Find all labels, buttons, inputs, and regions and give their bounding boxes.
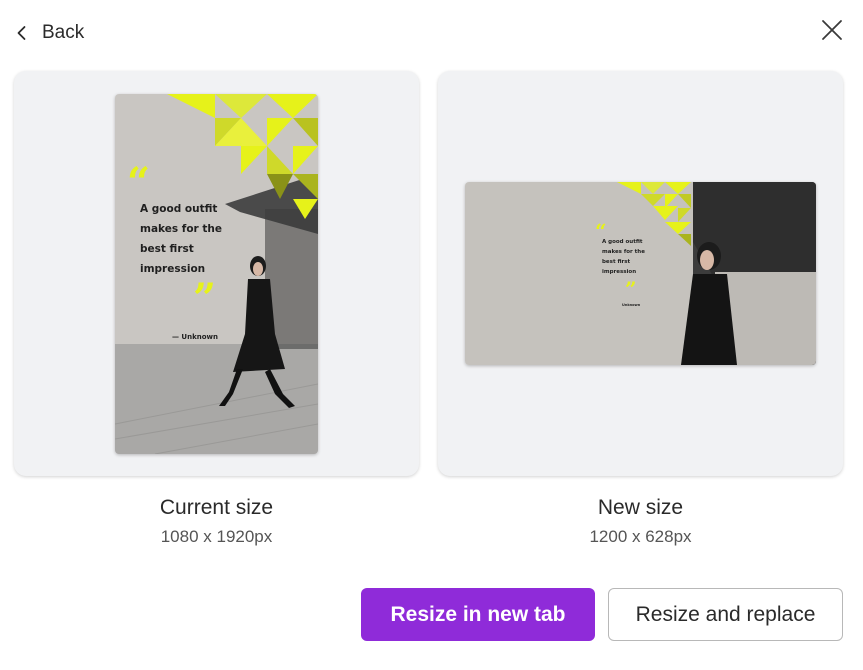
current-size-title: Current size (159, 496, 274, 519)
new-size-title: New size (597, 496, 684, 519)
svg-text:“: “ (127, 159, 150, 206)
current-size-preview: “ ” A good outfit makes for the best fir… (115, 94, 318, 454)
new-size-card: “ ” A good outfit makes for the best fir… (438, 71, 843, 476)
new-quote-author: Unknown (622, 303, 641, 307)
back-button[interactable]: Back (14, 18, 84, 48)
resize-and-replace-button[interactable]: Resize and replace (608, 588, 843, 641)
svg-text:”: ” (625, 277, 637, 301)
quote-line-3: best first (140, 243, 194, 255)
new-quote-line-1: A good outfit (602, 239, 643, 245)
quote-line-4: impression (140, 263, 205, 275)
resize-in-new-tab-button[interactable]: Resize in new tab (361, 588, 595, 641)
close-icon[interactable] (818, 16, 846, 44)
current-size-caption: Current size 1080 x 1920px (14, 494, 419, 548)
new-quote-line-2: makes for the (602, 249, 645, 255)
quote-author: — Unknown (172, 333, 218, 341)
back-label: Back (42, 22, 85, 43)
svg-text:”: ” (193, 275, 216, 322)
quote-line-1: A good outfit (140, 203, 217, 215)
new-size-dimensions: 1200 x 628px (589, 527, 692, 546)
current-size-dimensions: 1080 x 1920px (160, 527, 273, 546)
current-size-card: “ ” A good outfit makes for the best fir… (14, 71, 419, 476)
new-size-caption: New size 1200 x 628px (438, 494, 843, 548)
quote-line-2: makes for the (140, 223, 222, 235)
new-quote-line-4: impression (602, 269, 636, 275)
new-quote-line-3: best first (602, 259, 631, 265)
chevron-left-icon (17, 26, 26, 40)
new-size-preview: “ ” A good outfit makes for the best fir… (465, 182, 816, 365)
